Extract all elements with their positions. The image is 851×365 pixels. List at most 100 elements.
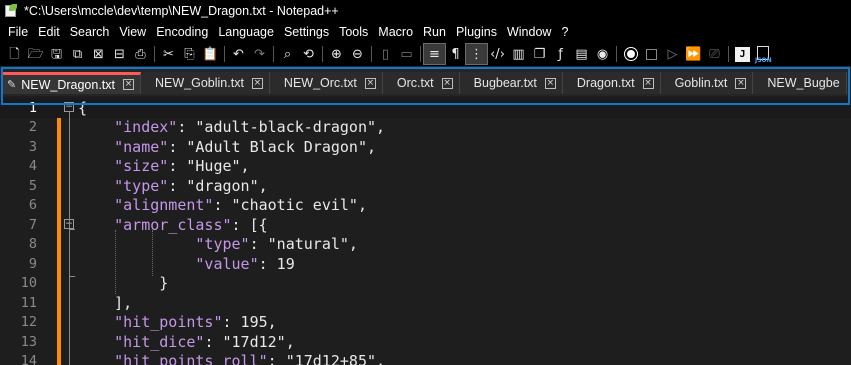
indent-guide-icon[interactable]: ⋮ (465, 43, 488, 65)
tab-bugbear[interactable]: Bugbear.txt × (459, 72, 563, 94)
menu-plugins[interactable]: Plugins (451, 22, 502, 42)
menu-edit[interactable]: Edit (33, 22, 65, 42)
tab-label: Dragon.txt (576, 76, 635, 90)
code-line[interactable]: 11 ], (0, 293, 851, 313)
code-line[interactable]: 4 "size": "Huge", (0, 157, 851, 177)
close-tab-icon[interactable]: × (364, 77, 376, 89)
menu-macro[interactable]: Macro (373, 22, 418, 42)
menu-search[interactable]: Search (65, 22, 115, 42)
line-number: 12 (20, 314, 37, 331)
code-line[interactable]: 1 − { (0, 98, 851, 118)
tab-dragon[interactable]: Dragon.txt × (562, 72, 661, 94)
close-tab-icon[interactable]: × (441, 77, 453, 89)
function-list-icon[interactable]: ƒ (550, 44, 571, 64)
toolbar-separator (224, 46, 225, 62)
code-line[interactable]: 8 "type": "natural", (0, 235, 851, 255)
folder-workspace-icon[interactable]: ▤ (571, 44, 592, 64)
menu-language[interactable]: Language (213, 22, 279, 42)
copy-icon[interactable]: ⎘ (179, 44, 200, 64)
code-line[interactable]: 12 "hit_points": 195, (0, 313, 851, 333)
cut-icon[interactable]: ✂ (158, 44, 179, 64)
zoom-out-icon[interactable]: ⊖ (347, 44, 368, 64)
save-macro-icon[interactable]: ⎚ (704, 44, 725, 64)
json-key: "type" (195, 235, 250, 254)
toolbar: 🗋 🗁 🖫 ⧉ ⊠ ⊟ ⎙ ✂ ⎘ 📋 ↶ ↷ ⌕ ⟲ ⊕ ⊖ ▯ ▭ ≡ ¶ … (0, 42, 851, 66)
menu-file[interactable]: File (3, 22, 33, 42)
code-line[interactable]: 2 "index": "adult-black-dragon", (0, 118, 851, 138)
notepadpp-app-icon[interactable] (4, 4, 18, 18)
code-line[interactable]: 10 } (0, 274, 851, 294)
code-line[interactable]: 13 "hit_dice": "17d12", (0, 332, 851, 352)
menu-encoding[interactable]: Encoding (151, 22, 213, 42)
fold-connector (69, 230, 70, 294)
menu-help[interactable]: ? (556, 22, 573, 42)
replace-icon[interactable]: ⟲ (298, 44, 319, 64)
word-wrap-icon[interactable]: ≡ (423, 43, 446, 65)
line-number: 9 (28, 255, 37, 272)
tab-new-orc[interactable]: NEW_Orc.txt × (269, 72, 383, 94)
show-all-chars-icon[interactable]: ¶ (445, 44, 466, 64)
tab-label: Bugbear.txt (473, 76, 537, 90)
document-map-icon[interactable]: ▥ (508, 44, 529, 64)
code-line[interactable]: 3 "name": "Adult Black Dragon", (0, 137, 851, 157)
record-macro-icon[interactable] (620, 44, 641, 64)
menu-window[interactable]: Window (502, 22, 556, 42)
tab-new-bugbear[interactable]: NEW_Bugbe (753, 72, 847, 94)
save-icon[interactable]: 🖫 (46, 44, 67, 64)
tab-label: Orc.txt (396, 76, 434, 90)
save-all-icon[interactable]: ⧉ (67, 44, 88, 64)
line-number: 11 (20, 294, 37, 311)
tab-new-dragon[interactable]: ✎ NEW_Dragon.txt × (3, 72, 141, 94)
json-key: "hit_points_roll" (114, 352, 268, 365)
editor-area[interactable]: 1 − { 2 "index": "adult-black-dragon", 3… (0, 96, 851, 365)
menu-settings[interactable]: Settings (279, 22, 334, 42)
document-list-icon[interactable]: ❐ (529, 44, 550, 64)
line-number: 6 (28, 197, 37, 214)
tab-new-goblin[interactable]: NEW_Goblin.txt × (141, 72, 270, 94)
json-key: "armor_class" (114, 215, 232, 234)
line-number: 8 (28, 236, 37, 253)
close-tab-icon[interactable]: × (642, 77, 654, 89)
zoom-in-icon[interactable]: ⊕ (326, 44, 347, 64)
tab-label: NEW_Bugbe (767, 76, 840, 90)
code-line[interactable]: 7 − "armor_class": [{ (0, 215, 851, 235)
code-line[interactable]: 5 "type": "dragon", (0, 176, 851, 196)
code-line[interactable]: 14 "hit_points_roll": "17d12+85", (0, 352, 851, 365)
toolbar-separator (322, 46, 323, 62)
json-value: : "natural", (249, 235, 358, 254)
code-line[interactable]: 9 "value": 19 (0, 254, 851, 274)
close-tab-icon[interactable]: × (123, 79, 134, 90)
redo-icon[interactable]: ↷ (249, 44, 270, 64)
indent-guide (152, 230, 153, 276)
close-tab-icon[interactable]: × (544, 77, 556, 89)
code-line[interactable]: 6 "alignment": "chaotic evil", (0, 196, 851, 216)
tab-goblin[interactable]: Goblin.txt × (660, 72, 754, 94)
find-icon[interactable]: ⌕ (277, 44, 298, 64)
menu-run[interactable]: Run (418, 22, 451, 42)
undo-icon[interactable]: ↶ (228, 44, 249, 64)
new-file-icon[interactable]: 🗋 (4, 44, 25, 64)
sync-vertical-icon[interactable]: ▯ (375, 44, 396, 64)
print-icon[interactable]: ⎙ (130, 44, 151, 64)
close-tab-icon[interactable]: × (735, 77, 747, 89)
tab-orc[interactable]: Orc.txt × (382, 72, 460, 94)
monitor-icon[interactable]: ◉ (592, 44, 613, 64)
fold-minus-icon[interactable]: − (64, 102, 74, 112)
play-macro-icon[interactable]: ▷ (662, 44, 683, 64)
json-key: "alignment" (114, 196, 214, 215)
sync-horizontal-icon[interactable]: ▭ (396, 44, 417, 64)
xml-tag-icon[interactable]: ‹/› (487, 44, 508, 64)
json-value: : "Adult Black Dragon", (168, 137, 377, 156)
close-icon[interactable]: ⊠ (88, 44, 109, 64)
paste-icon[interactable]: 📋 (200, 44, 221, 64)
stop-macro-icon[interactable] (641, 44, 662, 64)
open-file-icon[interactable]: 🗁 (25, 44, 46, 64)
j-plugin-icon[interactable]: J (732, 44, 753, 64)
close-tab-icon[interactable]: × (251, 77, 263, 89)
menu-tools[interactable]: Tools (334, 22, 373, 42)
pencil-icon: ✎ (7, 78, 17, 91)
json-viewer-icon[interactable]: JSON (753, 44, 774, 64)
run-macro-multiple-icon[interactable]: ⏩ (683, 44, 704, 64)
close-all-icon[interactable]: ⊟ (109, 44, 130, 64)
menu-view[interactable]: View (114, 22, 151, 42)
